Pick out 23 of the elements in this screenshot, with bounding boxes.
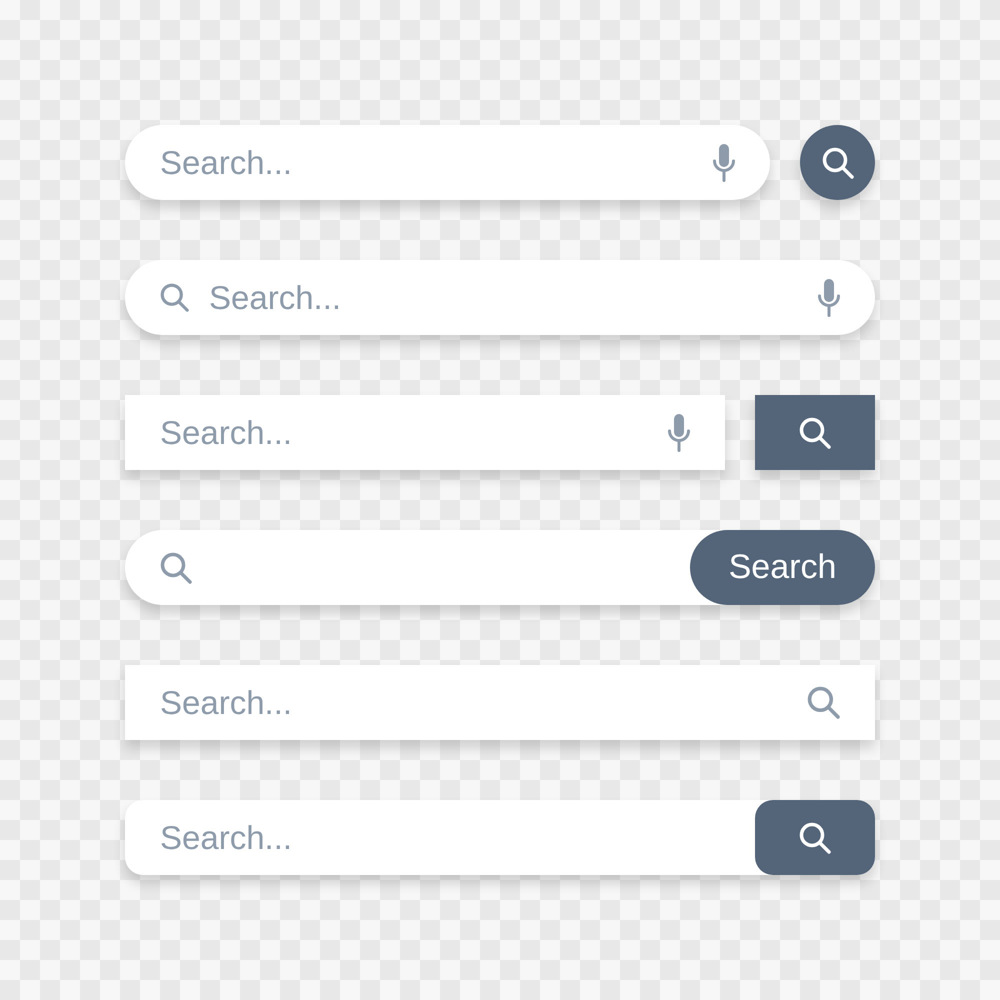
microphone-icon[interactable] bbox=[668, 414, 690, 452]
search-field[interactable]: Search bbox=[125, 530, 875, 605]
search-field[interactable]: Search... bbox=[125, 125, 770, 200]
search-input[interactable]: Search... bbox=[209, 276, 798, 320]
search-field[interactable]: Search... bbox=[125, 395, 725, 470]
search-input[interactable]: Search... bbox=[160, 816, 755, 860]
search-input[interactable]: Search... bbox=[160, 140, 713, 184]
search-button[interactable] bbox=[755, 395, 875, 470]
search-icon[interactable] bbox=[807, 686, 840, 719]
search-field[interactable]: Search... bbox=[125, 260, 875, 335]
search-icon bbox=[799, 416, 831, 448]
search-icon bbox=[160, 283, 189, 312]
search-button[interactable]: Search bbox=[690, 530, 875, 605]
microphone-icon[interactable] bbox=[713, 144, 735, 182]
search-icon bbox=[160, 552, 192, 584]
search-field[interactable]: Search... bbox=[125, 800, 875, 875]
search-icon bbox=[799, 822, 831, 854]
search-field[interactable]: Search... bbox=[125, 665, 875, 740]
microphone-icon[interactable] bbox=[818, 278, 840, 316]
search-input[interactable]: Search... bbox=[160, 410, 668, 454]
search-icon bbox=[822, 146, 854, 178]
search-button[interactable] bbox=[755, 800, 875, 875]
search-input[interactable]: Search... bbox=[160, 680, 807, 724]
